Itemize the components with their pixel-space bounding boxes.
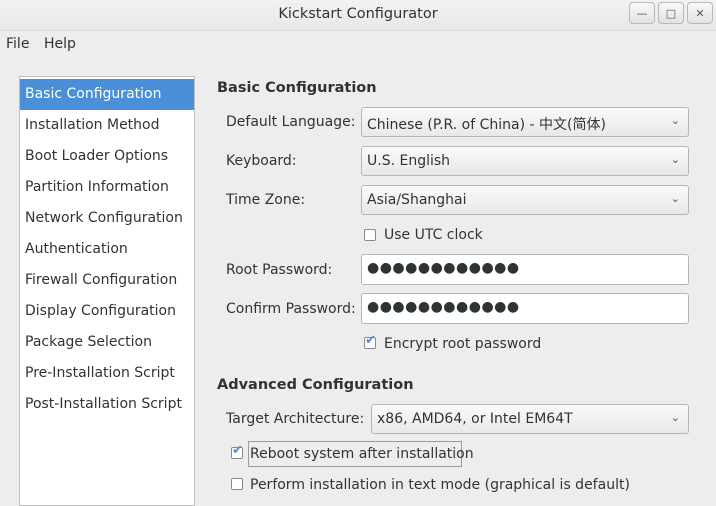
advanced-config-heading: Advanced Configuration bbox=[217, 377, 414, 393]
default-language-label: Default Language: bbox=[226, 114, 356, 130]
keyboard-dropdown[interactable]: U.S. English ⌄ bbox=[361, 146, 689, 176]
utc-clock-checkbox[interactable] bbox=[364, 229, 376, 241]
time-zone-label: Time Zone: bbox=[226, 192, 306, 208]
reboot-checkbox[interactable]: ✔ bbox=[231, 443, 243, 459]
sidebar-item-pre-installation-script[interactable]: Pre-Installation Script bbox=[20, 358, 194, 389]
root-password-value: ●●●●●●●●●●●● bbox=[367, 260, 520, 276]
text-mode-checkbox[interactable] bbox=[231, 478, 243, 490]
time-zone-dropdown[interactable]: Asia/Shanghai ⌄ bbox=[361, 185, 689, 215]
check-icon: ✔ bbox=[365, 333, 376, 348]
sidebar-item-installation-method[interactable]: Installation Method bbox=[20, 110, 194, 141]
minimize-button[interactable]: — bbox=[629, 2, 655, 24]
sidebar: Basic Configuration Installation Method Bo… bbox=[19, 76, 195, 506]
sidebar-item-network-configuration[interactable]: Network Configuration bbox=[20, 203, 194, 234]
sidebar-item-partition-information[interactable]: Partition Information bbox=[20, 172, 194, 203]
sidebar-item-authentication[interactable]: Authentication bbox=[20, 234, 194, 265]
confirm-password-label: Confirm Password: bbox=[226, 301, 356, 317]
sidebar-item-display-configuration[interactable]: Display Configuration bbox=[20, 296, 194, 327]
sidebar-item-post-installation-script[interactable]: Post-Installation Script bbox=[20, 389, 194, 420]
text-mode-label[interactable]: Perform installation in text mode (graph… bbox=[250, 477, 630, 493]
sidebar-item-firewall-configuration[interactable]: Firewall Configuration bbox=[20, 265, 194, 296]
target-architecture-dropdown[interactable]: x86, AMD64, or Intel EM64T ⌄ bbox=[371, 404, 689, 434]
encrypt-root-password-label[interactable]: Encrypt root password bbox=[384, 336, 541, 352]
window-title: Kickstart Configurator bbox=[278, 6, 438, 22]
chevron-down-icon: ⌄ bbox=[670, 153, 680, 166]
root-password-label: Root Password: bbox=[226, 262, 333, 278]
confirm-password-value: ●●●●●●●●●●●● bbox=[367, 299, 520, 315]
basic-config-heading: Basic Configuration bbox=[217, 80, 377, 96]
target-architecture-value: x86, AMD64, or Intel EM64T bbox=[377, 411, 573, 427]
root-password-field[interactable]: ●●●●●●●●●●●● bbox=[361, 254, 689, 285]
chevron-down-icon: ⌄ bbox=[670, 192, 680, 205]
time-zone-value: Asia/Shanghai bbox=[367, 192, 467, 208]
title-bar: Kickstart Configurator — □ ✕ bbox=[0, 0, 716, 31]
utc-clock-label[interactable]: Use UTC clock bbox=[384, 227, 483, 243]
chevron-down-icon: ⌄ bbox=[670, 114, 680, 127]
keyboard-label: Keyboard: bbox=[226, 153, 297, 169]
sidebar-item-boot-loader-options[interactable]: Boot Loader Options bbox=[20, 141, 194, 172]
chevron-down-icon: ⌄ bbox=[670, 411, 680, 424]
default-language-dropdown[interactable]: Chinese (P.R. of China) - 中文(简体) ⌄ bbox=[361, 107, 689, 137]
menu-file[interactable]: File bbox=[6, 36, 29, 52]
target-architecture-label: Target Architecture: bbox=[226, 411, 365, 427]
close-button[interactable]: ✕ bbox=[687, 2, 713, 24]
confirm-password-field[interactable]: ●●●●●●●●●●●● bbox=[361, 293, 689, 324]
encrypt-root-password-checkbox[interactable]: ✔ bbox=[364, 333, 376, 349]
menu-help[interactable]: Help bbox=[44, 36, 76, 52]
default-language-value: Chinese (P.R. of China) - 中文(简体) bbox=[367, 117, 606, 133]
maximize-button[interactable]: □ bbox=[658, 2, 684, 24]
reboot-label[interactable]: Reboot system after installation bbox=[250, 446, 474, 462]
keyboard-value: U.S. English bbox=[367, 153, 451, 169]
check-icon: ✔ bbox=[232, 443, 243, 458]
sidebar-item-basic-configuration[interactable]: Basic Configuration bbox=[20, 79, 194, 110]
sidebar-item-package-selection[interactable]: Package Selection bbox=[20, 327, 194, 358]
